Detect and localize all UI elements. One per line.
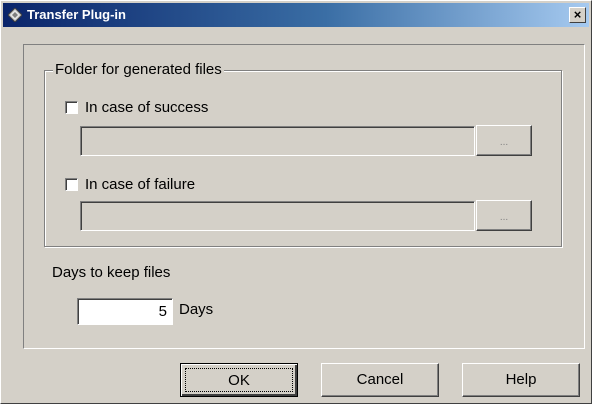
- settings-panel: Folder for generated files In case of su…: [23, 44, 585, 349]
- success-checkbox-label[interactable]: In case of success: [85, 99, 208, 117]
- diamond-app-icon: [8, 8, 22, 22]
- ok-button[interactable]: OK: [180, 363, 298, 397]
- cancel-button[interactable]: Cancel: [321, 363, 439, 397]
- title-bar[interactable]: Transfer Plug-in ×: [3, 3, 589, 27]
- days-to-keep-label: Days to keep files: [52, 264, 171, 281]
- window-title: Transfer Plug-in: [27, 7, 126, 22]
- failure-browse-button[interactable]: ...: [476, 200, 532, 231]
- success-folder-field[interactable]: [80, 126, 475, 156]
- group-legend: Folder for generated files: [53, 61, 224, 79]
- generated-files-group: Folder for generated files In case of su…: [44, 61, 562, 247]
- failure-checkbox-label[interactable]: In case of failure: [85, 176, 195, 194]
- close-button[interactable]: ×: [569, 7, 586, 23]
- success-checkbox[interactable]: [65, 101, 78, 114]
- failure-checkbox[interactable]: [65, 178, 78, 191]
- transfer-plugin-dialog: Transfer Plug-in × Folder for generated …: [0, 0, 592, 404]
- days-unit-label: Days: [179, 301, 214, 318]
- failure-folder-field[interactable]: [80, 201, 475, 231]
- days-to-keep-input[interactable]: 5: [77, 298, 173, 325]
- ok-button-label: OK: [185, 368, 293, 392]
- close-icon: ×: [573, 7, 582, 22]
- success-browse-button[interactable]: ...: [476, 125, 532, 156]
- help-button[interactable]: Help: [462, 363, 580, 397]
